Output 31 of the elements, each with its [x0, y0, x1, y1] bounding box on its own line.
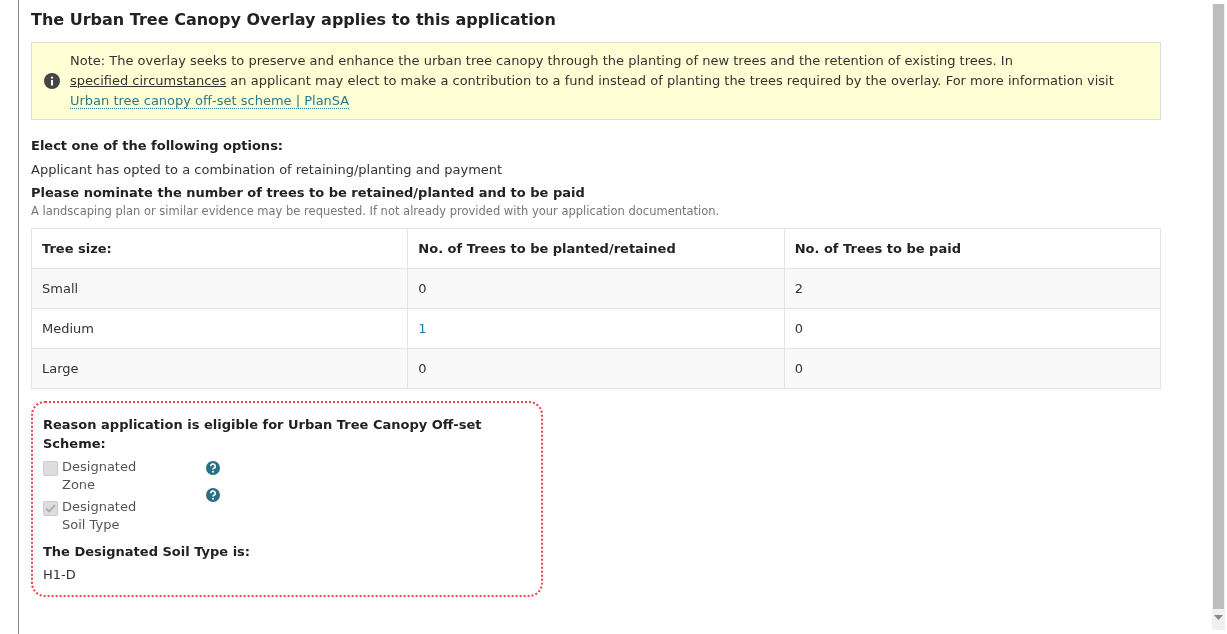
scrollbar[interactable] — [1212, 4, 1225, 630]
info-icon — [44, 73, 60, 89]
note-text: Note: The overlay seeks to preserve and enhance the urban tree canopy through the planting of new trees and the retention of existing trees. In specified circumstances an applicant may elect to make a contribution to a fund instead of planting the trees required by the overlay. For more information visit Urban tree canopy off-set scheme | PlanSA — [70, 52, 1115, 111]
table-cell: 0 — [407, 348, 785, 389]
table-cell: 0 — [784, 348, 1161, 389]
field-label: Elect one of the following options: — [31, 137, 285, 155]
scrollbar-thumb[interactable] — [1213, 4, 1224, 609]
help-icon[interactable] — [206, 487, 220, 502]
help-icon[interactable] — [206, 460, 220, 475]
section-label: The Designated Soil Type is: — [43, 542, 252, 561]
page-title: The Urban Tree Canopy Overlay applies to this application — [31, 9, 557, 31]
column-header: Tree size: — [31, 228, 408, 269]
table-cell: Medium — [31, 308, 408, 349]
field-label: Please nominate the number of trees to be retained/planted and to be paid — [31, 184, 586, 202]
checkbox-label: Designated Zone — [62, 457, 138, 494]
table-cell: Small — [31, 268, 408, 309]
column-header: No. of Trees to be paid — [784, 228, 1161, 269]
hint-text: A landscaping plan or similar evidence may be requested. If not already provided with your application documentation. — [31, 202, 721, 220]
section-label: Reason application is eligible for Urban Tree Canopy Off-set Scheme: — [43, 415, 483, 454]
scroll-down-icon[interactable] — [1214, 615, 1223, 620]
field-value: H1-D — [43, 566, 77, 585]
checkbox-label: Designated Soil Type — [62, 497, 138, 534]
table-cell: 2 — [784, 268, 1161, 309]
plansa-link[interactable]: Urban tree canopy off-set scheme | PlanSA — [70, 93, 350, 109]
table-cell: 0 — [784, 308, 1161, 349]
table-cell: 0 — [407, 268, 785, 309]
table-cell: Large — [31, 348, 408, 389]
circumstances-link[interactable]: specified circumstances — [70, 73, 227, 88]
field-value: Applicant has opted to a combination of retaining/planting and payment — [31, 160, 504, 179]
column-header: No. of Trees to be planted/retained — [407, 228, 785, 269]
table-cell: 1 — [407, 308, 785, 349]
